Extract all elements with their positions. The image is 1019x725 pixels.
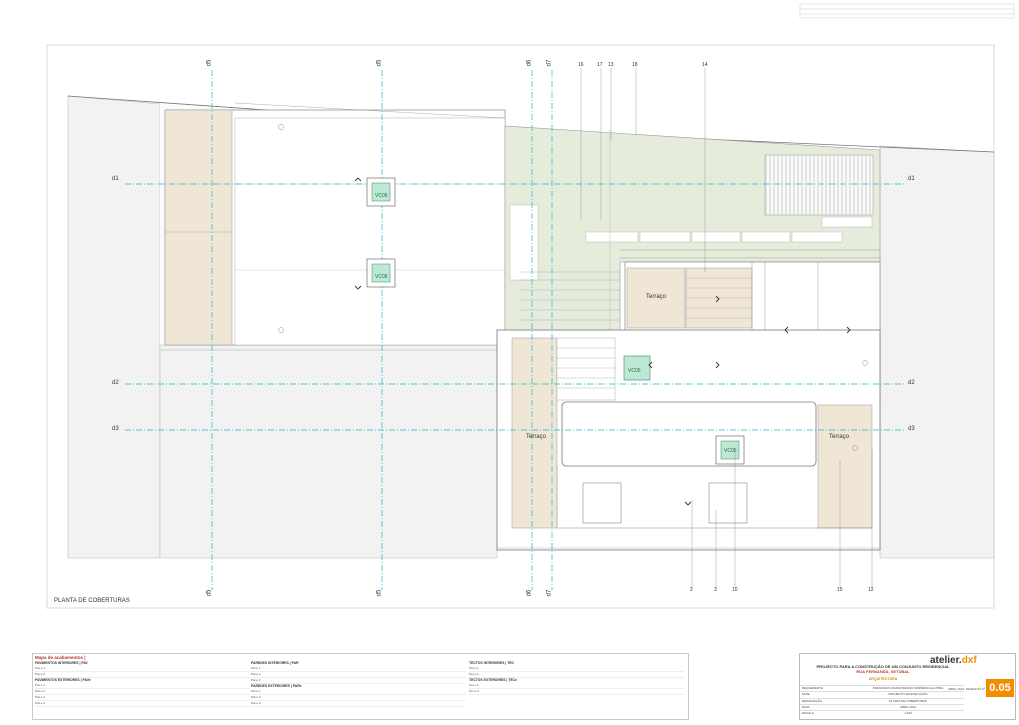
title-block-row: DATA ABRIL 2024	[800, 703, 964, 710]
logo-accent: dxf	[961, 655, 977, 666]
axis-label-top-3: d6	[526, 59, 533, 67]
terrace-label-3: Terraço	[829, 434, 850, 440]
row-key: DESIGNAÇÃO	[802, 698, 823, 703]
title-block-row: REQUERENTE FRANCISCO FRANCISMANO SIMPÉRIO…	[800, 685, 964, 691]
drawing-title: PLANTA DE COBERTURAS	[54, 598, 130, 604]
row-value: 1:100	[904, 711, 912, 716]
rooflight-label-3: VC05	[628, 368, 641, 374]
terrace-left-area	[511, 337, 558, 529]
drawing-sheet: d5 d5 d6 d7 d5 d5 d6 d7 d1 d2 d3 d1 d2 d…	[0, 0, 1019, 720]
sheet-date: ABRIL 2024	[948, 687, 965, 691]
axis-label-right-1: d1	[908, 176, 915, 182]
axis-label-left-2: d2	[112, 380, 119, 386]
rooflight-label-1: VC06	[375, 193, 388, 199]
neighbour-hatch-left	[67, 95, 161, 559]
axis-label-bottom-2: d5	[376, 589, 383, 597]
axis-label-top-1: d5	[206, 59, 213, 67]
schedule-column-2: PAREDES INTERIORES | PAR Par.p.1 Par.p.2…	[251, 661, 466, 707]
title-block-row: DESIGNAÇÃO PLANTA DE COBERTURAS	[800, 697, 964, 704]
roof-slab-central	[561, 401, 817, 467]
rooflight-label-4: VC05	[724, 448, 737, 454]
axis-label-top-4: d7	[546, 59, 553, 67]
schedule-row: Pav.e.4	[35, 701, 250, 707]
schedule-row: Tec.e.2	[469, 689, 684, 695]
title-block-rows: REQUERENTE FRANCISCO FRANCISMANO SIMPÉRIO…	[800, 685, 964, 716]
callout-top-1: 16	[578, 62, 584, 68]
solar-panel-array	[764, 154, 874, 216]
rooflight-label-2: VC06	[375, 274, 388, 280]
project-location: RUA FERNANDA, SETÚBAL	[856, 669, 910, 674]
row-key: ESCALA	[802, 711, 814, 716]
axis-label-right-3: d3	[908, 426, 915, 432]
sheet-label: DESENHO Nº	[966, 687, 985, 691]
row-value: ABRIL 2024	[899, 704, 917, 709]
axis-label-top-2: d5	[376, 59, 383, 67]
sheet-number: 0.05	[986, 679, 1014, 697]
row-key: DATA	[802, 704, 810, 709]
schedule-row: Par.e.3	[251, 701, 466, 707]
callout-bottom-2: 3	[714, 587, 717, 593]
callout-top-5: 14	[702, 62, 708, 68]
axis-label-bottom-3: d6	[526, 589, 533, 597]
roof-plan-drawing	[46, 3, 1015, 609]
row-key: FASE	[802, 692, 810, 697]
logo-main: atelier.	[930, 655, 962, 666]
callout-top-3: 13	[608, 62, 614, 68]
callout-bottom-4: 15	[837, 587, 843, 593]
callout-top-2: 17	[597, 62, 603, 68]
callout-top-4: 18	[632, 62, 638, 68]
schedule-column-3: TECTOS INTERIORES | TEC Tec.p.1 Tec.p.2 …	[469, 661, 684, 695]
terrace-right-area	[817, 404, 873, 529]
axis-label-right-2: d2	[908, 380, 915, 386]
title-block-row: ESCALA 1:100	[800, 710, 964, 716]
axis-label-left-3: d3	[112, 426, 119, 432]
finishes-schedule: Mapa de acabamentos | PAVIMENTOS INTERIO…	[32, 653, 689, 720]
studio-logo: atelier.dxf	[930, 655, 977, 666]
callout-bottom-5: 12	[868, 587, 874, 593]
specialty-label: ARQUITECTURA	[868, 677, 898, 681]
row-value: PROJECTO DE EXECUÇÃO	[888, 692, 928, 697]
row-value: PLANTA DE COBERTURAS	[889, 698, 927, 703]
axis-label-bottom-4: d7	[546, 589, 553, 597]
neighbour-hatch-right	[879, 145, 995, 559]
terrace-label-2: Terraço	[526, 434, 547, 440]
terrace-label-1: Terraço	[646, 294, 667, 300]
schedule-title: Mapa de acabamentos |	[35, 655, 86, 660]
neighbour-hatch-bottom	[159, 344, 498, 559]
row-key: REQUERENTE	[802, 686, 823, 690]
axis-label-left-1: d1	[112, 176, 119, 182]
revision-table	[799, 3, 1015, 19]
callout-bottom-3: 10	[732, 587, 738, 593]
callout-bottom-1: 2	[690, 587, 693, 593]
schedule-column-1: PAVIMENTOS INTERIORES | PAV Pav.p.1 Pav.…	[35, 661, 250, 707]
title-block-row: FASE PROJECTO DE EXECUÇÃO	[800, 691, 964, 697]
axis-label-bottom-1: d5	[206, 589, 213, 597]
